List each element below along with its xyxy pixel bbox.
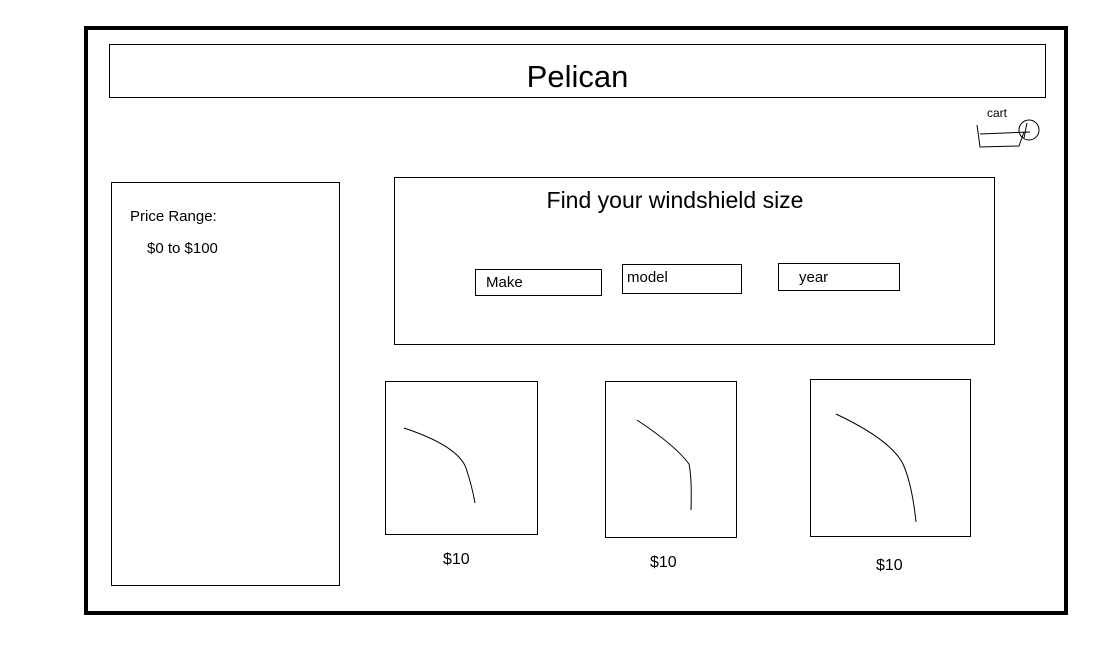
price-range-label: Price Range: bbox=[130, 208, 217, 225]
price-range-value[interactable]: $0 to $100 bbox=[147, 240, 218, 257]
year-input[interactable] bbox=[778, 263, 900, 291]
windshield-image bbox=[835, 413, 917, 523]
product-card[interactable] bbox=[810, 379, 971, 537]
model-input[interactable] bbox=[622, 264, 742, 294]
filter-sidebar bbox=[111, 182, 340, 586]
product-price: $10 bbox=[443, 551, 470, 568]
product-price: $10 bbox=[650, 554, 677, 571]
product-card[interactable] bbox=[385, 381, 538, 535]
site-title: Pelican bbox=[526, 59, 629, 94]
windshield-image bbox=[636, 419, 692, 511]
make-input[interactable] bbox=[475, 269, 602, 296]
windshield-image bbox=[403, 427, 476, 504]
cart-icon[interactable] bbox=[972, 116, 1042, 152]
header-bar: Pelican bbox=[109, 44, 1046, 98]
product-price: $10 bbox=[876, 557, 903, 574]
product-card[interactable] bbox=[605, 381, 737, 538]
finder-title: Find your windshield size bbox=[546, 187, 804, 213]
